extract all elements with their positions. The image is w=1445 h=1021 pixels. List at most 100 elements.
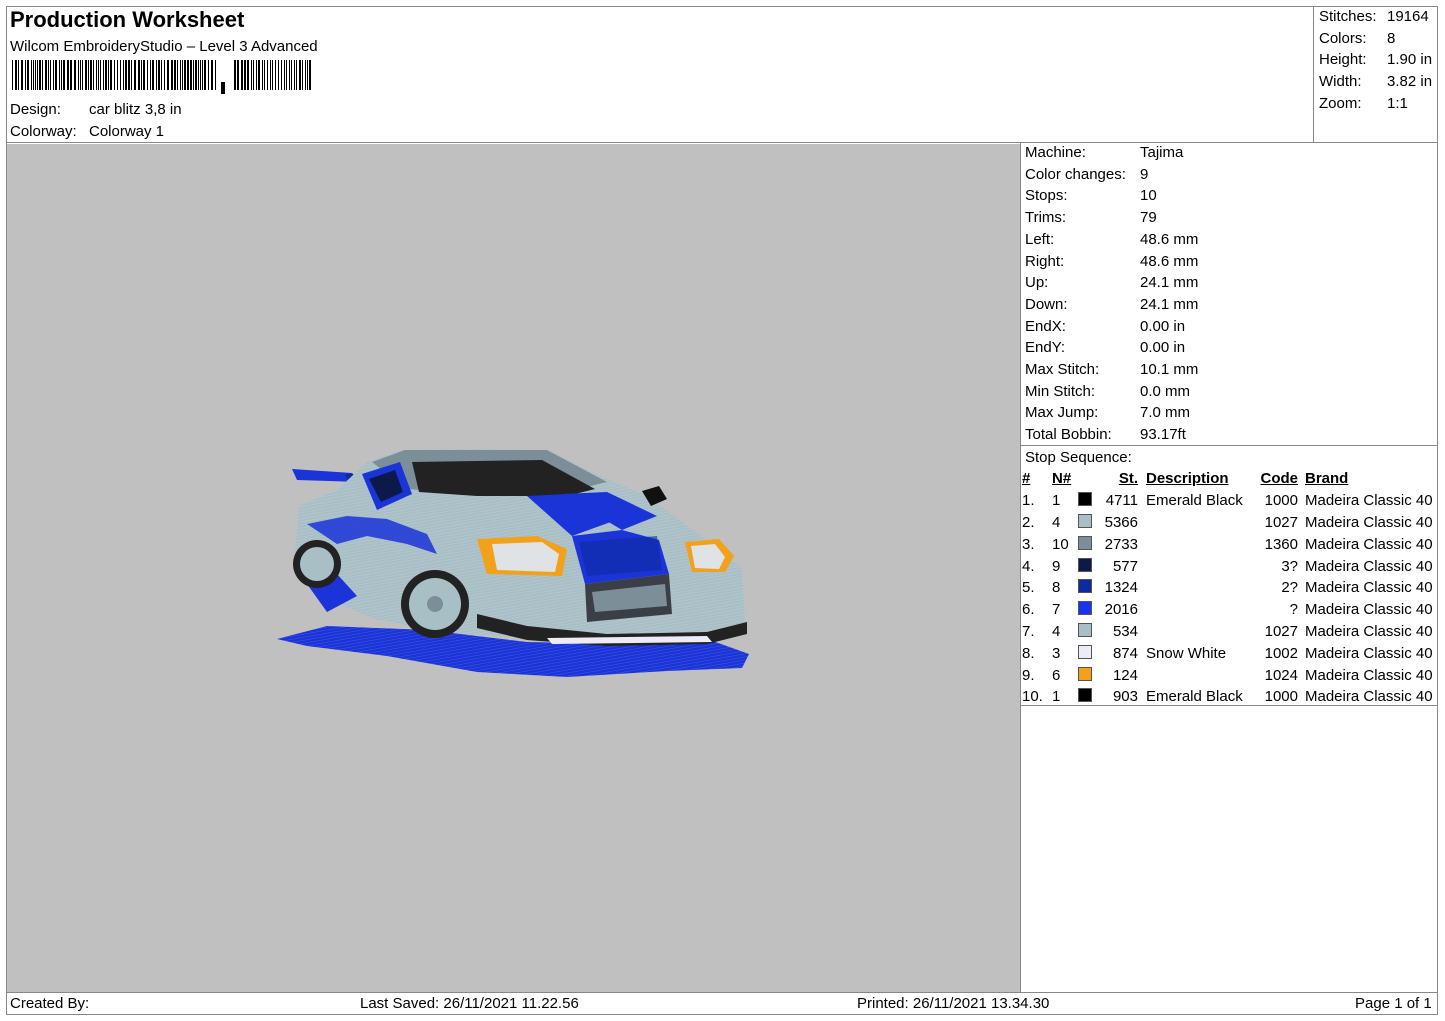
row-code: 1000 <box>1264 492 1298 510</box>
printed-date: Printed: 26/11/2021 13.34.30 <box>857 995 1050 1012</box>
row-code: 1027 <box>1264 622 1298 640</box>
machine-info-value: 0.00 in <box>1140 339 1186 357</box>
zoom-label: Zoom: <box>1319 95 1362 112</box>
color-swatch <box>1078 644 1092 659</box>
row-color-cell <box>1078 490 1104 512</box>
height-label: Height: <box>1319 51 1367 68</box>
row-code: ? <box>1289 601 1298 619</box>
row-brand: Madeira Classic 40 <box>1305 601 1433 619</box>
row-description: Snow White <box>1146 644 1227 662</box>
color-swatch <box>1078 535 1092 550</box>
row-needle: 3 <box>1052 644 1061 662</box>
zoom-value: 1:1 <box>1387 95 1408 112</box>
row-color-cell <box>1078 555 1104 577</box>
row-num: 6. <box>1022 601 1035 619</box>
row-code: 1360 <box>1264 535 1298 553</box>
machine-info-value: 0.0 mm <box>1140 382 1191 400</box>
machine-info-label: Machine: <box>1025 144 1086 161</box>
row-stitches: 874 <box>1112 644 1138 662</box>
color-swatch <box>1078 601 1092 616</box>
row-code: 1024 <box>1264 666 1298 684</box>
machine-info-label: Color changes: <box>1025 165 1126 183</box>
footer-divider <box>6 992 1438 993</box>
row-stitches: 2016 <box>1104 601 1138 619</box>
design-value: car blitz 3,8 in <box>89 101 182 118</box>
stop-sequence-row: 5. 8 1324 2? Madeira Classic 40 <box>1022 577 1433 599</box>
row-code: 1002 <box>1264 644 1298 662</box>
row-num: 1. <box>1022 492 1035 510</box>
colors-value: 8 <box>1387 30 1396 47</box>
machine-info-divider <box>1020 445 1438 446</box>
row-description <box>1138 533 1258 555</box>
row-color-cell <box>1078 512 1104 534</box>
row-needle: 1 <box>1052 688 1061 706</box>
col-st-header: St. <box>1118 470 1138 488</box>
row-color-cell <box>1078 686 1104 708</box>
row-stitches: 903 <box>1112 688 1138 706</box>
machine-info-value: 79 <box>1140 209 1157 227</box>
car-embroidery-preview <box>277 449 749 677</box>
machine-info-label: Stops: <box>1025 187 1068 205</box>
stop-sequence-row: 1. 1 4711 Emerald Black 1000 Madeira Classic … <box>1022 490 1433 512</box>
stop-sequence-row: 8. 3 874 Snow White 1002 Madeira Classic 40 <box>1022 642 1433 664</box>
row-brand: Madeira Classic 40 <box>1305 492 1433 510</box>
stop-sequence-row: 2. 4 5366 1027 Madeira Classic 40 <box>1022 512 1433 534</box>
summary-divider <box>1313 6 1314 143</box>
machine-info-label: Max Stitch: <box>1025 361 1100 378</box>
stop-sequence-row: 7. 4 534 1027 Madeira Classic 40 <box>1022 621 1433 643</box>
stitches-value: 19164 <box>1387 8 1429 25</box>
page-number: Page 1 of 1 <box>1355 995 1432 1012</box>
machine-info-label: Min Stitch: <box>1025 382 1096 400</box>
height-value: 1.90 in <box>1387 51 1433 68</box>
design-canvas <box>7 144 1020 992</box>
col-num-header: # <box>1022 470 1031 488</box>
row-stitches: 534 <box>1112 622 1138 640</box>
machine-info-value: 7.0 mm <box>1140 404 1191 422</box>
row-needle: 10 <box>1052 535 1069 553</box>
color-swatch <box>1078 622 1092 637</box>
machine-info-value: 48.6 mm <box>1140 252 1199 270</box>
stitches-label: Stitches: <box>1319 8 1377 25</box>
width-label: Width: <box>1319 73 1362 90</box>
row-needle: 6 <box>1052 666 1061 684</box>
row-needle: 7 <box>1052 601 1061 619</box>
row-color-cell <box>1078 621 1104 643</box>
row-num: 3. <box>1022 535 1035 553</box>
row-description <box>1138 664 1258 686</box>
machine-info-label: EndY: <box>1025 339 1066 357</box>
col-desc-header: Description <box>1146 470 1229 488</box>
stop-sequence-row: 10. 1 903 Emerald Black 1000 Madeira Classic … <box>1022 686 1433 708</box>
machine-info-value: 24.1 mm <box>1140 295 1199 313</box>
row-description <box>1138 621 1258 643</box>
row-brand: Madeira Classic 40 <box>1305 557 1433 575</box>
color-swatch <box>1078 557 1092 572</box>
machine-info-label: Right: <box>1025 252 1065 270</box>
barcode <box>12 60 311 94</box>
machine-info-value: 10 <box>1140 187 1157 205</box>
row-description: Emerald Black <box>1146 688 1243 706</box>
row-num: 8. <box>1022 644 1035 662</box>
row-num: 4. <box>1022 557 1035 575</box>
row-description: Emerald Black <box>1146 492 1243 510</box>
row-brand: Madeira Classic 40 <box>1305 666 1433 684</box>
machine-info-label: Up: <box>1025 274 1049 292</box>
row-description <box>1138 577 1258 599</box>
colors-label: Colors: <box>1319 30 1367 47</box>
machine-info-value: 0.00 in <box>1140 317 1186 335</box>
created-by: Created By: <box>10 995 90 1012</box>
col-n-header: N# <box>1052 470 1072 488</box>
design-label: Design: <box>10 101 61 118</box>
row-needle: 4 <box>1052 622 1061 640</box>
machine-info-value: 10.1 mm <box>1140 361 1199 378</box>
row-num: 7. <box>1022 622 1035 640</box>
row-code: 1000 <box>1264 688 1298 706</box>
stop-sequence-title: Stop Sequence: <box>1025 449 1132 466</box>
machine-info-value: 93.17ft <box>1140 426 1186 444</box>
colorway-value: Colorway 1 <box>89 123 165 140</box>
row-color-cell <box>1078 664 1104 686</box>
row-color-cell <box>1078 599 1104 621</box>
page-title: Production Worksheet <box>10 7 245 32</box>
color-swatch <box>1078 492 1092 507</box>
row-stitches: 4711 <box>1105 492 1138 510</box>
row-stitches: 577 <box>1112 557 1138 575</box>
